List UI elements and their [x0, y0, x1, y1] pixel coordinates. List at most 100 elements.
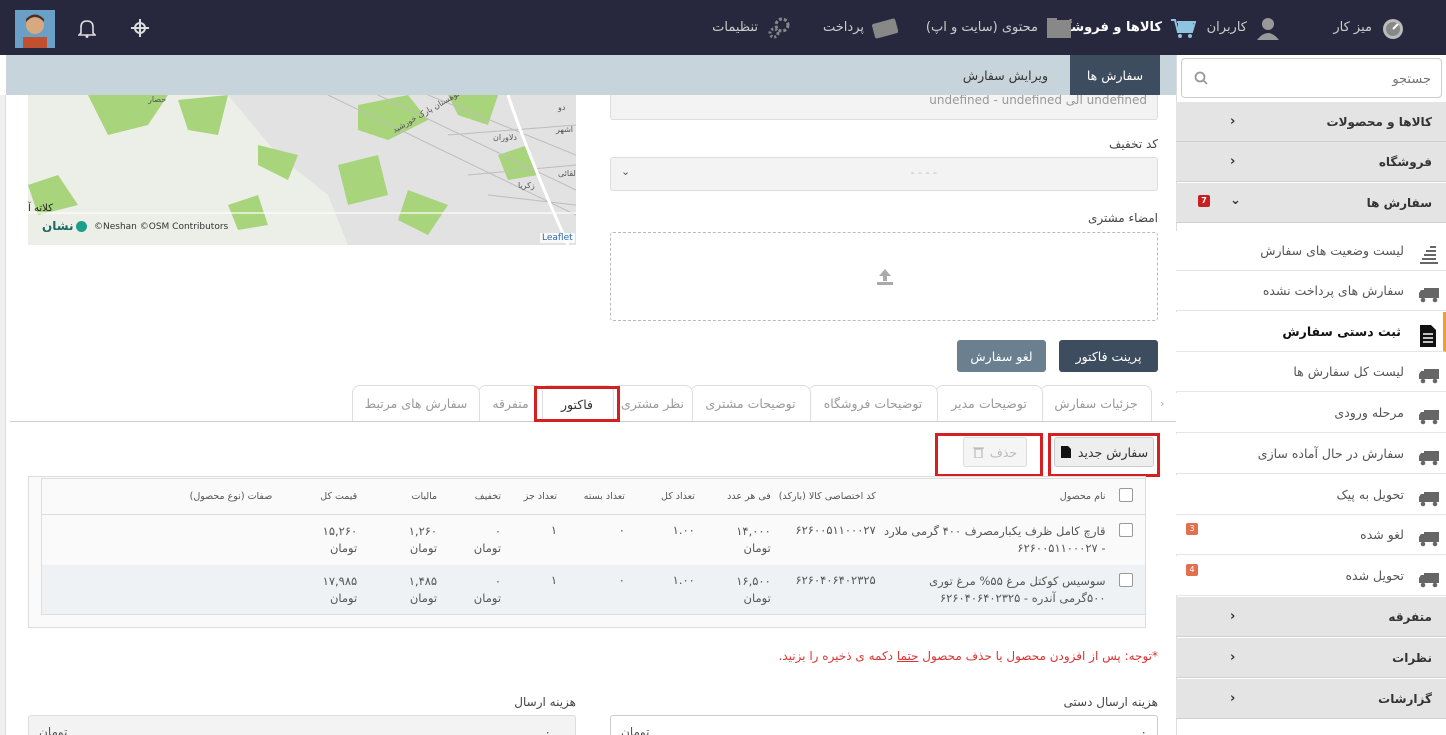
- truck-icon: [1418, 409, 1440, 428]
- note-emphasis: حتما: [896, 649, 919, 663]
- sidebar-group-orders[interactable]: سفارش ها ⌄ 7: [1176, 183, 1446, 223]
- discount-select[interactable]: - - - - ⌄: [610, 157, 1158, 191]
- sidebar-item-entry-stage[interactable]: مرحله ورودی: [1176, 393, 1446, 433]
- cell-pack-qty: ۰: [563, 564, 631, 615]
- shipping-cost-label: هزینه ارسال: [514, 695, 576, 709]
- col-header: قیمت کل: [278, 478, 364, 515]
- map-label: لقائی: [558, 169, 576, 178]
- dashboard-gauge-icon: [1380, 16, 1406, 40]
- cell-tax: ۱,۴۸۵ تومان: [363, 564, 444, 615]
- search-icon[interactable]: [1194, 71, 1208, 88]
- row-checkbox[interactable]: [1119, 572, 1133, 587]
- avatar[interactable]: [15, 10, 55, 48]
- tab-related-orders[interactable]: سفارش های مرتبط: [352, 385, 480, 421]
- cell-total: ۱۵,۲۶۰ تومان: [278, 515, 363, 565]
- table-row[interactable]: سوسیس کوکتل مرغ ۵۵% مرغ توری ۵۰۰گرمی آند…: [41, 564, 1146, 615]
- signature-label: امضاء مشتری: [1087, 211, 1158, 225]
- orders-count-badge: 7: [1198, 195, 1210, 207]
- sidebar-item-unpaid-orders[interactable]: سفارش های پرداخت نشده: [1176, 271, 1446, 311]
- sidebar-group-store[interactable]: فروشگاه ‹: [1176, 142, 1446, 182]
- truck-icon: [1418, 491, 1440, 510]
- cell-unit-price: ۱۴,۰۰۰ تومان: [701, 515, 777, 565]
- sidebar-item-label: لیست کل سفارش ها: [1293, 364, 1404, 379]
- row-checkbox[interactable]: [1119, 523, 1133, 537]
- note-prefix: *توجه: پس از افزودن محصول یا حذف محصول: [918, 649, 1158, 663]
- sidebar-item-delivered[interactable]: تحویل شده 4: [1176, 556, 1446, 596]
- tabs-scroll-left-icon[interactable]: ‹: [1160, 397, 1164, 410]
- sidebar-group-comments[interactable]: نظرات ‹: [1176, 638, 1446, 678]
- sidebar-item-manual-order[interactable]: ثبت دستی سفارش: [1176, 312, 1446, 352]
- sidebar-group-label: متفرقه: [1388, 609, 1432, 624]
- nav-payment[interactable]: پرداخت: [823, 0, 899, 55]
- nav-content[interactable]: محتوی (سایت و اپ): [926, 0, 1072, 55]
- cell-item-qty: ۱: [550, 523, 557, 537]
- nav-settings[interactable]: تنظیمات: [712, 0, 792, 55]
- sidebar-group-misc[interactable]: متفرقه ‹: [1176, 597, 1446, 637]
- sidebar-group-label: گزارشات: [1378, 691, 1432, 706]
- leaflet-link[interactable]: Leaflet: [540, 233, 575, 243]
- cell-barcode: ۶۲۶۰۰۵۱۱۰۰۰۲۷: [795, 523, 876, 537]
- breadcrumb-root[interactable]: سفارش ها: [1070, 55, 1160, 95]
- select-all-checkbox[interactable]: [1119, 488, 1133, 502]
- sidebar-item-label: مرحله ورودی: [1334, 405, 1404, 420]
- nav-payment-label: پرداخت: [823, 20, 864, 35]
- breadcrumb: سفارش ها ویرایش سفارش: [6, 55, 1176, 95]
- crosshair-icon[interactable]: [131, 19, 149, 40]
- search-input[interactable]: [1231, 69, 1431, 89]
- nav-dashboard[interactable]: میز کار: [1333, 0, 1406, 55]
- col-header: کد اختصاصی کالا (بارکد): [776, 478, 882, 515]
- col-header: صفات (نوع محصول): [41, 478, 279, 515]
- cancel-order-button[interactable]: لغو سفارش: [957, 340, 1046, 372]
- tab-admin-notes[interactable]: توضیحات مدیر: [935, 385, 1043, 421]
- upload-icon: [875, 267, 895, 290]
- nav-dashboard-label: میز کار: [1333, 20, 1372, 35]
- nav-products-store[interactable]: کالاها و فروشگاه: [1051, 0, 1197, 55]
- map[interactable]: کوهستان پارک خورشید دلاوران زکریا کلاته …: [28, 95, 576, 245]
- bell-icon[interactable]: [77, 18, 97, 41]
- sidebar-item-to-courier[interactable]: تحویل به پیک: [1176, 475, 1446, 515]
- map-label: اشهر: [556, 125, 574, 134]
- neshan-logo-text: نشان: [42, 219, 74, 233]
- sidebar-group-label: فروشگاه: [1378, 154, 1432, 169]
- nav-users[interactable]: کاربران: [1207, 0, 1281, 55]
- highlight-invoice-tab: [534, 386, 620, 422]
- sidebar-item-all-orders[interactable]: لیست کل سفارش ها: [1176, 352, 1446, 392]
- currency-label: تومان: [409, 590, 438, 605]
- truck-icon: [1418, 368, 1440, 387]
- sidebar-group-products[interactable]: کالاها و محصولات ‹: [1176, 102, 1446, 142]
- save-warning-note: *توجه: پس از افزودن محصول یا حذف محصول ح…: [778, 649, 1158, 663]
- signature-dropzone[interactable]: [610, 232, 1158, 321]
- col-header: تعداد بسته: [563, 478, 631, 515]
- tab-customer-feedback[interactable]: نظر مشتری: [612, 385, 693, 421]
- currency-label: تومان: [329, 590, 358, 605]
- tab-store-notes[interactable]: توضیحات فروشگاه: [808, 385, 938, 421]
- sidebar-item-order-status-list[interactable]: لیست وضعیت های سفارش: [1176, 231, 1446, 271]
- currency-label: تومان: [409, 541, 438, 555]
- highlight-delete: [935, 433, 1043, 477]
- tax-value: ۱,۴۸۵: [408, 573, 438, 588]
- sidebar-item-preparing[interactable]: سفارش در حال آماده سازی: [1176, 434, 1446, 474]
- tax-value: ۱,۲۶۰: [408, 524, 438, 538]
- table-row[interactable]: قارچ کامل ظرف یکبارمصرف ۴۰۰ گرمی ملارد -…: [42, 515, 1146, 565]
- canceled-count-badge: 3: [1186, 523, 1198, 535]
- cell-item-qty: ۱: [507, 564, 563, 615]
- tab-order-details[interactable]: جزئیات سفارش: [1040, 385, 1152, 421]
- map-label: زکریا: [518, 181, 535, 190]
- currency-label: تومان: [473, 541, 502, 555]
- chevron-left-icon: ‹: [1230, 114, 1236, 129]
- gears-icon: [766, 16, 792, 40]
- truck-icon: [1418, 450, 1440, 469]
- row-select-cell: [1111, 564, 1146, 615]
- tab-customer-notes[interactable]: توضیحات مشتری: [690, 385, 811, 421]
- shipping-cost-input[interactable]: ۰ تومان: [28, 715, 576, 735]
- sidebar-group-reports[interactable]: گزارشات ‹: [1176, 679, 1446, 719]
- truck-icon: [1418, 572, 1440, 591]
- manual-shipping-input[interactable]: ۰ تومان: [610, 715, 1158, 735]
- print-invoice-button[interactable]: پرینت فاکتور: [1059, 340, 1158, 372]
- sidebar-item-canceled[interactable]: لغو شده 3: [1176, 515, 1446, 555]
- col-header: تعداد جز: [507, 478, 563, 515]
- currency-label: تومان: [473, 590, 502, 605]
- unit-price-value: ۱۴,۰۰۰: [736, 524, 771, 538]
- credit-card-icon: [872, 16, 899, 40]
- discount-value: ۰: [494, 524, 502, 538]
